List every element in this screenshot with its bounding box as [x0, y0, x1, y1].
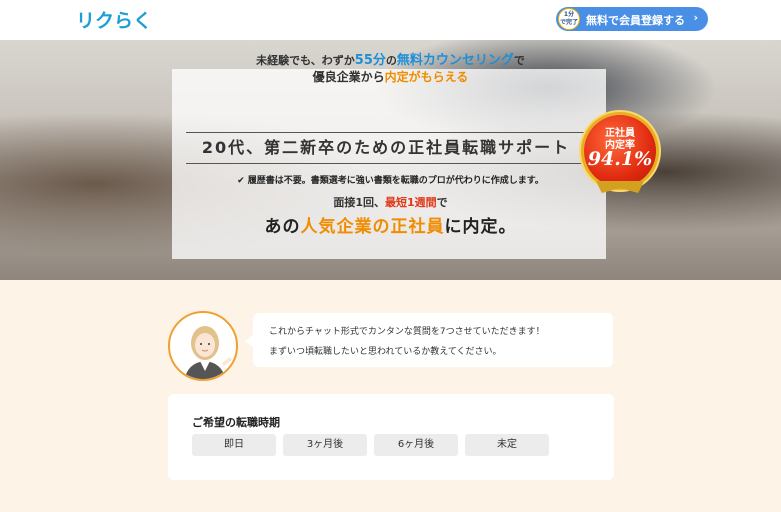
hero-highlight-company: 人気企業の正社員	[300, 217, 445, 237]
hero-text: 面接1回、	[333, 196, 385, 209]
chat-message-line-1: これからチャット形式でカンタンな質問を7つさせていただきます！	[269, 327, 545, 337]
hero-highlight-counseling: 無料カウンセリング	[396, 53, 514, 68]
hero-text: で	[513, 54, 525, 67]
register-button[interactable]: 1分 で完了 無料で会員登録する ›	[556, 7, 708, 31]
option-immediately[interactable]: 即日	[192, 434, 276, 456]
one-minute-badge: 1分 で完了	[558, 8, 580, 30]
advisor-avatar	[168, 311, 238, 381]
chat-bubble: これからチャット形式でカンタンな質問を7つさせていただきます！ まずいつ頃転職し…	[245, 313, 613, 367]
hero-highlight-week: 最短1週間	[385, 196, 437, 209]
hero-offer-line: 優良企業から内定がもらえる	[0, 68, 781, 85]
question-title: ご希望の転職時期	[192, 416, 280, 429]
register-button-label: 無料で会員登録する	[586, 14, 685, 27]
hero-text: 優良企業から	[312, 70, 385, 84]
hero-tagline: あの人気企業の正社員に内定。	[0, 212, 781, 237]
hero-highlight-offer: 内定がもらえる	[384, 70, 469, 84]
hero-headline: 20代、第二新卒のための正社員転職サポート	[186, 132, 586, 164]
option-3-months[interactable]: 3ヶ月後	[283, 434, 367, 456]
option-6-months[interactable]: 6ヶ月後	[374, 434, 458, 456]
badge-top-text: 1分	[563, 11, 575, 18]
question-card: ご希望の転職時期 即日 3ヶ月後 6ヶ月後 未定	[168, 394, 614, 480]
site-header: リクらく 1分 で完了 無料で会員登録する ›	[0, 0, 781, 40]
hero-text: で	[436, 196, 448, 209]
hero-highlight-minutes: 55分	[354, 53, 386, 68]
seal-rate: 94.1%	[587, 148, 653, 170]
advisor-illustration	[184, 326, 232, 379]
hero-text: に内定。	[444, 217, 517, 237]
hero-text: の	[385, 54, 397, 67]
site-logo[interactable]: リクらく	[76, 6, 152, 33]
check-icon: ✔	[237, 176, 245, 186]
hero-interview-line: 面接1回、最短1週間で	[0, 194, 781, 210]
badge-bottom-text: で完了	[559, 19, 578, 26]
offer-rate-seal: 正社員 内定率 94.1%	[584, 115, 656, 193]
hero-text: あの	[264, 217, 301, 237]
option-undecided[interactable]: 未定	[465, 434, 549, 456]
hero-intro-line: 未経験でも、わずか55分の無料カウンセリングで	[0, 49, 781, 68]
hero-text: 未経験でも、わずか	[256, 54, 355, 67]
hero-note: ✔ 履歴書は不要。書類選考に強い書類を転職のプロが代わりに作成します。	[0, 173, 781, 186]
chevron-right-icon: ›	[693, 11, 698, 24]
hero-note-text: 履歴書は不要。書類選考に強い書類を転職のプロが代わりに作成します。	[247, 176, 544, 186]
chat-message-line-2: まずいつ頃転職したいと思われているか教えてください。	[269, 347, 502, 357]
